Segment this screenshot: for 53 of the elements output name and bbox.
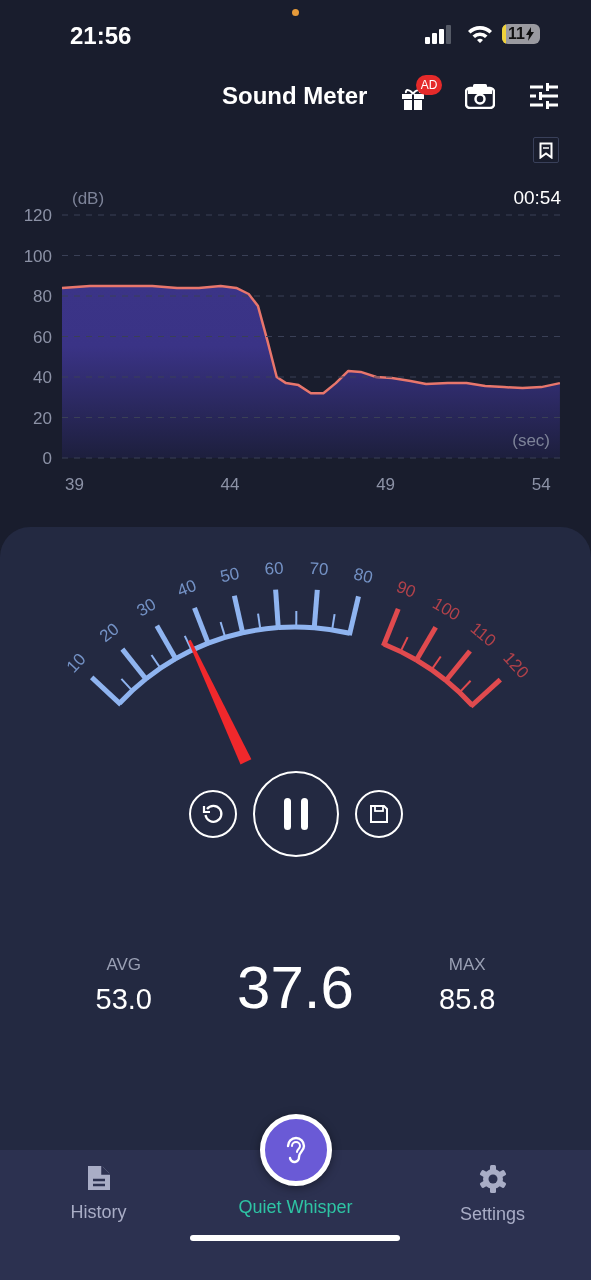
scale-label: 90 <box>393 577 419 602</box>
camera-button[interactable] <box>465 83 495 109</box>
avg-value: 53.0 <box>95 983 152 1016</box>
elapsed-time: 00:54 <box>513 187 561 208</box>
reset-icon <box>201 803 224 825</box>
bookmark-icon <box>539 141 553 159</box>
battery-level: 11 <box>508 25 525 43</box>
ad-badge: AD <box>416 75 442 95</box>
bolt-icon <box>525 27 534 41</box>
current-level: 37.6 <box>237 953 354 1022</box>
clock-time: 21:56 <box>70 22 132 50</box>
scale-label: 10 <box>62 649 90 677</box>
reset-button[interactable] <box>188 790 237 838</box>
scale-label: 30 <box>133 594 160 621</box>
scale-label: 50 <box>218 563 242 587</box>
nav-tab[interactable]: Quiet Whisper <box>197 1150 394 1280</box>
max-label: MAX <box>448 955 486 975</box>
y-tick-label: 60 <box>33 327 52 347</box>
settings-icon <box>477 1164 508 1194</box>
save-button[interactable] <box>354 790 403 838</box>
y-tick-label: 120 <box>23 206 52 225</box>
wifi-icon <box>467 24 493 44</box>
scale-label: 80 <box>351 564 375 588</box>
pause-icon <box>281 797 310 831</box>
x-tick-label: 44 <box>220 475 240 494</box>
nav-tab[interactable]: Settings <box>394 1150 591 1280</box>
signal-icon <box>425 24 453 44</box>
privacy-indicator-icon <box>292 9 299 16</box>
y-tick-label: 20 <box>33 408 52 428</box>
x-tick-label: 54 <box>531 475 551 494</box>
axis-unit-label: (dB) <box>72 189 105 208</box>
scale-label: 100 <box>429 593 464 625</box>
pause-button[interactable] <box>252 771 339 857</box>
max-value: 85.8 <box>439 983 496 1016</box>
y-tick-label: 80 <box>33 287 52 306</box>
y-tick-label: 100 <box>23 246 52 266</box>
bookmark-button[interactable] <box>533 137 559 163</box>
scale-label: 70 <box>308 558 330 580</box>
y-tick-label: 40 <box>33 368 52 387</box>
avg-label: AVG <box>106 955 142 975</box>
nav-tab[interactable]: History <box>0 1150 197 1280</box>
scale-label: 40 <box>174 575 200 601</box>
axis-unit-label: (sec) <box>512 431 550 450</box>
scale-label: 110 <box>466 618 500 651</box>
x-tick-label: 39 <box>65 475 84 494</box>
app-title: Sound Meter <box>222 82 368 110</box>
scale-label: 120 <box>499 648 533 683</box>
y-tick-label: 0 <box>42 449 52 468</box>
scale-label: 60 <box>264 558 285 579</box>
document-icon <box>85 1164 112 1192</box>
x-tick-label: 49 <box>376 475 396 494</box>
settings-sliders-button[interactable] <box>530 83 558 109</box>
scale-label: 20 <box>95 619 123 646</box>
